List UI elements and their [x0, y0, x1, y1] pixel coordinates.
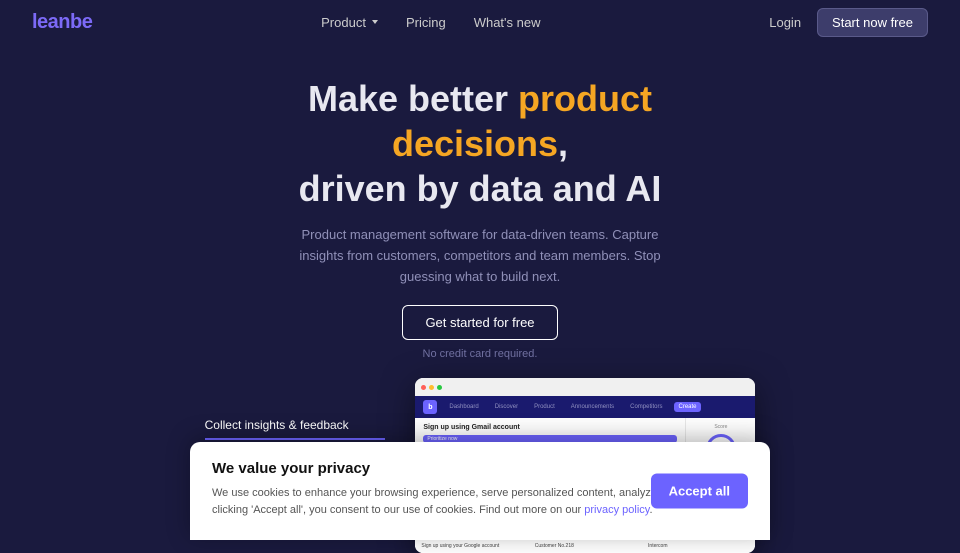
score-label-text: Score	[714, 424, 727, 430]
nav-actions: Login Start now free	[769, 8, 928, 37]
feature-item-0[interactable]: Collect insights & feedback	[205, 418, 386, 440]
login-button[interactable]: Login	[769, 15, 801, 30]
start-button[interactable]: Start now free	[817, 8, 928, 37]
accept-button[interactable]: Accept all	[651, 473, 748, 508]
dot-red	[421, 385, 426, 390]
cta-button[interactable]: Get started for free	[402, 305, 557, 340]
dot-green	[437, 385, 442, 390]
nav-pricing[interactable]: Pricing	[406, 15, 446, 30]
app-tab-discover: Discover	[491, 402, 522, 412]
hero-title: Make better product decisions, driven by…	[220, 76, 740, 211]
app-tab-create: Create	[674, 402, 700, 412]
app-tab-dashboard: Dashboard	[445, 402, 482, 412]
logo-part2: be	[70, 11, 92, 33]
nav-product[interactable]: Product	[321, 15, 378, 30]
logo[interactable]: leanbe	[32, 11, 92, 34]
hero-subtitle: Product management software for data-dri…	[290, 225, 670, 287]
app-nav: b Dashboard Discover Product Announcemen…	[415, 396, 755, 418]
hero-section: Make better product decisions, driven by…	[0, 44, 960, 360]
logo-part1: lean	[32, 11, 70, 33]
nav-links: Product Pricing What's new	[321, 15, 540, 30]
navbar: leanbe Product Pricing What's new Login …	[0, 0, 960, 44]
app-tab-product: Product	[530, 402, 559, 412]
app-logo: b	[423, 400, 437, 414]
privacy-policy-link[interactable]: privacy policy	[584, 504, 649, 516]
chevron-down-icon	[372, 20, 378, 24]
app-content-title: Sign up using Gmail account	[423, 424, 677, 431]
no-cc-text: No credit card required.	[423, 348, 538, 360]
nav-whatsnew[interactable]: What's new	[474, 15, 541, 30]
table-row: Sign up using your Google account Custom…	[421, 541, 749, 551]
app-tab-announcements: Announcements	[567, 402, 618, 412]
privacy-banner: We value your privacy We use cookies to …	[190, 442, 770, 540]
dot-yellow	[429, 385, 434, 390]
app-topbar	[415, 378, 755, 396]
app-tab-competitors: Competitors	[626, 402, 666, 412]
